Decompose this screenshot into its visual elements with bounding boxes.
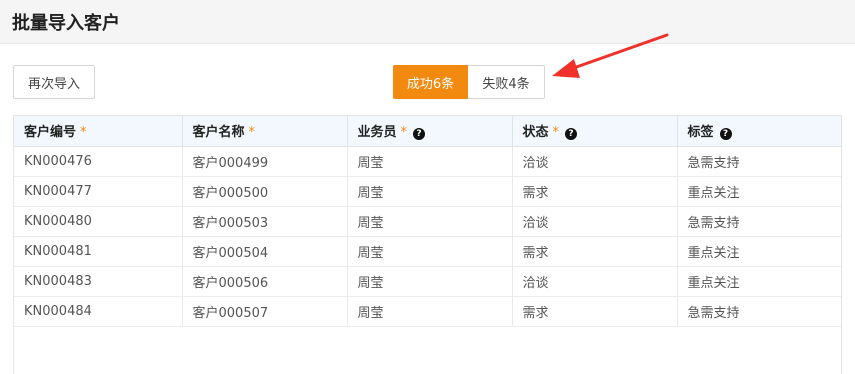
cell-salesperson: 周莹 — [347, 266, 513, 297]
table-row: KN000480 客户000503 周莹 洽谈 急需支持 — [14, 206, 841, 237]
result-filter-tabs: 成功6条 失败4条 — [393, 65, 545, 99]
cell-salesperson: 周莹 — [347, 206, 513, 237]
cell-tag: 重点关注 — [677, 176, 841, 207]
help-icon[interactable]: ? — [719, 128, 732, 141]
help-icon[interactable]: ? — [565, 128, 578, 141]
table-row: KN000477 客户000500 周莹 需求 重点关注 — [14, 176, 841, 207]
cell-salesperson: 周莹 — [347, 236, 513, 267]
cell-salesperson: 周莹 — [347, 176, 513, 207]
column-header-customer-id: 客户编号 * — [14, 116, 183, 147]
tab-success[interactable]: 成功6条 — [393, 65, 468, 99]
page-title: 批量导入客户 — [12, 13, 120, 34]
cell-status: 需求 — [512, 176, 678, 207]
cell-customer-id: KN000476 — [14, 146, 183, 177]
cell-status: 洽谈 — [512, 266, 678, 297]
cell-customer-name: 客户000500 — [182, 176, 348, 207]
cell-tag: 急需支持 — [677, 206, 841, 237]
cell-customer-id: KN000484 — [14, 296, 183, 327]
column-header-salesperson: 业务员 *? — [347, 116, 513, 147]
table-row: KN000484 客户000507 周莹 需求 急需支持 — [14, 296, 841, 327]
cell-customer-name: 客户000504 — [182, 236, 348, 267]
reimport-button[interactable]: 再次导入 — [13, 65, 95, 99]
cell-tag: 急需支持 — [677, 146, 841, 177]
cell-customer-id: KN000481 — [14, 236, 183, 267]
table-header-row: 客户编号 * 客户名称 * 业务员 *? 状态 *? 标签? — [14, 116, 841, 147]
column-header-customer-name: 客户名称 * — [182, 116, 348, 147]
cell-tag: 急需支持 — [677, 296, 841, 327]
cell-customer-id: KN000477 — [14, 176, 183, 207]
cell-customer-name: 客户000503 — [182, 206, 348, 237]
cell-customer-id: KN000483 — [14, 266, 183, 297]
required-mark: * — [400, 125, 408, 141]
help-icon[interactable]: ? — [413, 128, 426, 141]
required-mark: * — [248, 125, 256, 141]
required-mark: * — [80, 125, 87, 141]
table-row: KN000481 客户000504 周莹 需求 重点关注 — [14, 236, 841, 267]
cell-salesperson: 周莹 — [347, 146, 513, 177]
cell-status: 洽谈 — [512, 146, 678, 177]
cell-tag: 重点关注 — [677, 236, 841, 267]
cell-customer-name: 客户000507 — [182, 296, 348, 327]
cell-customer-name: 客户000499 — [182, 146, 348, 177]
cell-customer-name: 客户000506 — [182, 266, 348, 297]
tab-fail[interactable]: 失败4条 — [468, 65, 545, 99]
cell-salesperson: 周莹 — [347, 296, 513, 327]
cell-customer-id: KN000480 — [14, 206, 183, 237]
cell-tag: 重点关注 — [677, 266, 841, 297]
cell-status: 需求 — [512, 236, 678, 267]
import-result-table: 客户编号 * 客户名称 * 业务员 *? 状态 *? 标签? KN000476 客户00… — [13, 115, 842, 374]
column-header-status: 状态 *? — [512, 116, 678, 147]
column-header-tags: 标签? — [677, 116, 841, 147]
table-row: KN000476 客户000499 周莹 洽谈 急需支持 — [14, 146, 841, 177]
table-row: KN000483 客户000506 周莹 洽谈 重点关注 — [14, 266, 841, 297]
cell-status: 洽谈 — [512, 206, 678, 237]
cell-status: 需求 — [512, 296, 678, 327]
page-header: 批量导入客户 — [0, 0, 855, 44]
required-mark: * — [552, 125, 560, 141]
